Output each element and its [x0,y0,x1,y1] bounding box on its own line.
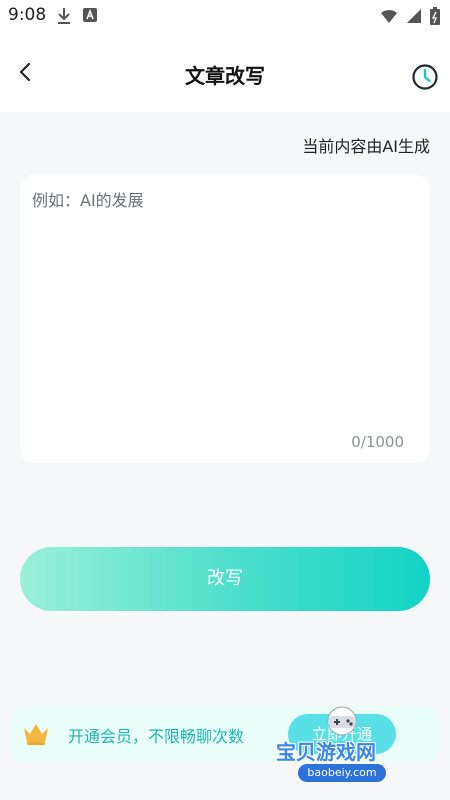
header: 文章改写 [0,32,450,112]
watermark: 宝贝游戏网 baobeiy.com [270,706,420,788]
editor-card: 0/1000 [20,175,430,463]
download-icon [56,7,72,29]
char-count: 0/1000 [351,433,404,451]
history-clock-icon[interactable] [410,62,440,92]
signal-icon [406,8,422,28]
watermark-text: 宝贝游戏网 [276,740,376,764]
wifi-icon [380,8,398,28]
vip-promo-text: 开通会员，不限畅聊次数 [68,727,245,746]
watermark-url: baobeiy.com [298,764,386,782]
status-notifications [56,7,98,29]
status-system-icons [380,7,440,29]
gamepad-icon [320,706,364,736]
status-bar: 9:08 [0,0,450,32]
app-notification-icon [82,7,98,29]
ai-generated-note: 当前内容由AI生成 [302,137,430,156]
article-input[interactable] [32,187,418,417]
crown-icon [22,722,50,746]
page-title: 文章改写 [185,64,265,88]
status-time: 9:08 [8,5,47,25]
rewrite-button[interactable]: 改写 [20,547,430,611]
battery-icon [430,7,440,29]
